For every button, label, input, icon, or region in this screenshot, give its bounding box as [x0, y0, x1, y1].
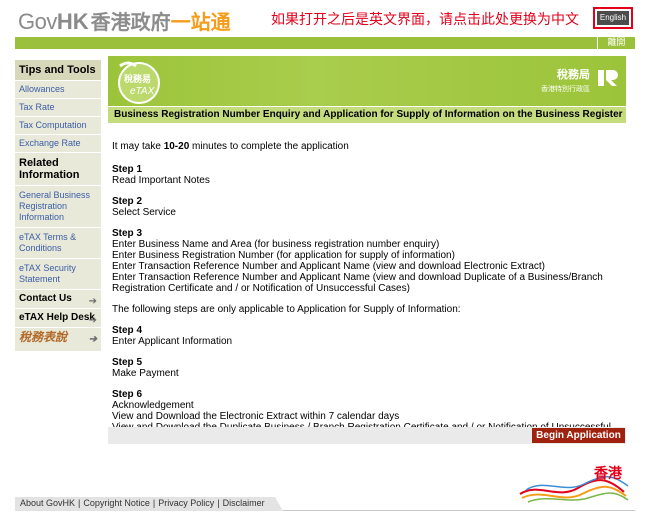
govhk-logo[interactable]: Gov HK 香港政府 一站通: [18, 6, 231, 34]
step-5: Step 5 Make Payment: [112, 357, 617, 379]
footer-links: About GovHK | Copyright Notice | Privacy Pol…: [15, 497, 283, 511]
arrow-right-icon: ➔: [88, 296, 97, 307]
step-title: Step 3: [112, 228, 143, 239]
sidebar-item-tax-rate[interactable]: Tax Rate: [15, 99, 101, 117]
footer-link-privacy[interactable]: Privacy Policy: [158, 498, 214, 508]
footer-link-disclaimer[interactable]: Disclaimer: [223, 498, 265, 508]
contact-us-label: Contact Us: [19, 293, 72, 304]
sidebar-item-allowances[interactable]: Allowances: [15, 81, 101, 99]
footer-link-copyright[interactable]: Copyright Notice: [83, 498, 150, 508]
tax-talk-label: 稅務表說: [19, 330, 68, 344]
step-title: Step 1: [112, 164, 143, 175]
step-line: Read Important Notes: [112, 175, 210, 186]
exit-button[interactable]: 離開: [597, 37, 635, 49]
brand-hk-text: 香港: [593, 465, 623, 482]
intro-prefix: It may take: [112, 141, 164, 152]
step-title: Step 5: [112, 357, 143, 368]
footer-separator: |: [217, 498, 220, 508]
logo-hk-text: HK: [56, 9, 89, 34]
step-line: Select Service: [112, 207, 176, 218]
sidebar-heading-tips: Tips and Tools: [15, 60, 101, 81]
sidebar-item-general-br-info[interactable]: General Business Registration Informatio…: [15, 186, 101, 228]
step-title: Step 6: [112, 389, 143, 400]
step-3: Step 3 Enter Business Name and Area (for…: [112, 228, 617, 294]
logo-gov-text: Gov: [18, 9, 57, 34]
sidebar-item-tax-computation[interactable]: Tax Computation: [15, 117, 101, 135]
intro-text: It may take 10-20 minutes to complete th…: [112, 141, 617, 152]
ird-zh-text: 稅務局: [557, 68, 590, 81]
etax-banner: 稅務易 eTAX 稅務局 香港特別行政區: [108, 56, 626, 106]
header: Gov HK 香港政府 一站通 如果打开之后是英文界面，请点击此处更换为中文 E…: [0, 0, 650, 36]
arrow-right-icon: ➔: [88, 315, 97, 326]
sidebar-item-etax-terms[interactable]: eTAX Terms & Conditions: [15, 228, 101, 259]
etax-zh-text: 稅務易: [124, 73, 151, 85]
logo-zh-orange-text: 一站通: [170, 10, 231, 34]
language-highlight-box: English: [593, 7, 633, 29]
supply-info-note: The following steps are only applicable …: [112, 304, 461, 315]
ird-name: 稅務局 香港特別行政區: [541, 66, 590, 94]
ird-logo-icon: [598, 70, 618, 86]
top-green-bar: [15, 37, 635, 49]
etax-en-text: eTAX: [130, 86, 155, 97]
step-line: View and Download the Electronic Extract…: [112, 411, 400, 422]
step-line: Make Payment: [112, 368, 179, 379]
step-line: Enter Business Registration Number (for …: [112, 250, 455, 261]
step-line: Enter Transaction Reference Number and A…: [112, 261, 545, 272]
sidebar-item-exchange-rate[interactable]: Exchange Rate: [15, 135, 101, 153]
english-language-button[interactable]: English: [597, 11, 629, 25]
begin-application-button[interactable]: Begin Application: [532, 428, 625, 443]
footer-separator: |: [78, 498, 81, 508]
step-line: Enter Applicant Information: [112, 336, 233, 347]
sidebar-item-tax-talk[interactable]: 稅務表說 ➔: [15, 328, 101, 352]
sidebar-item-help-desk[interactable]: eTAX Help Desk ➔: [15, 309, 101, 328]
step-line: Enter Transaction Reference Number and A…: [112, 272, 603, 294]
footer-separator: |: [152, 498, 156, 508]
step-line: Enter Business Name and Area (for busine…: [112, 239, 440, 250]
step-4: Step 4 Enter Applicant Information: [112, 325, 617, 347]
main-content: It may take 10-20 minutes to complete th…: [112, 141, 617, 454]
sidebar-item-etax-security[interactable]: eTAX Security Statement: [15, 259, 101, 290]
help-desk-label: eTAX Help Desk: [19, 312, 95, 323]
etax-logo-icon: 稅務易 eTAX: [118, 61, 160, 104]
sidebar: Tips and Tools Allowances Tax Rate Tax C…: [15, 60, 101, 352]
page-title: Business Registration Number Enquiry and…: [108, 107, 626, 123]
step-title: Step 4: [112, 325, 143, 336]
step-line: Acknowledgement: [112, 400, 194, 411]
brand-hk-logo-icon: 香港: [519, 465, 629, 503]
arrow-right-icon: ➔: [88, 334, 97, 345]
sidebar-heading-related: Related Information: [15, 153, 101, 186]
step-1: Step 1 Read Important Notes: [112, 164, 617, 186]
step-title: Step 2: [112, 196, 143, 207]
footer-link-about[interactable]: About GovHK: [20, 498, 75, 508]
ird-sub-text: 香港特別行政區: [541, 85, 590, 93]
intro-duration: 10-20: [163, 141, 190, 152]
logo-zh-grey-text: 香港政府: [90, 10, 171, 34]
step-2: Step 2 Select Service: [112, 196, 617, 218]
chinese-switch-notice[interactable]: 如果打开之后是英文界面，请点击此处更换为中文: [271, 9, 579, 29]
sidebar-item-contact-us[interactable]: Contact Us ➔: [15, 290, 101, 309]
intro-suffix: minutes to complete the application: [189, 141, 349, 152]
